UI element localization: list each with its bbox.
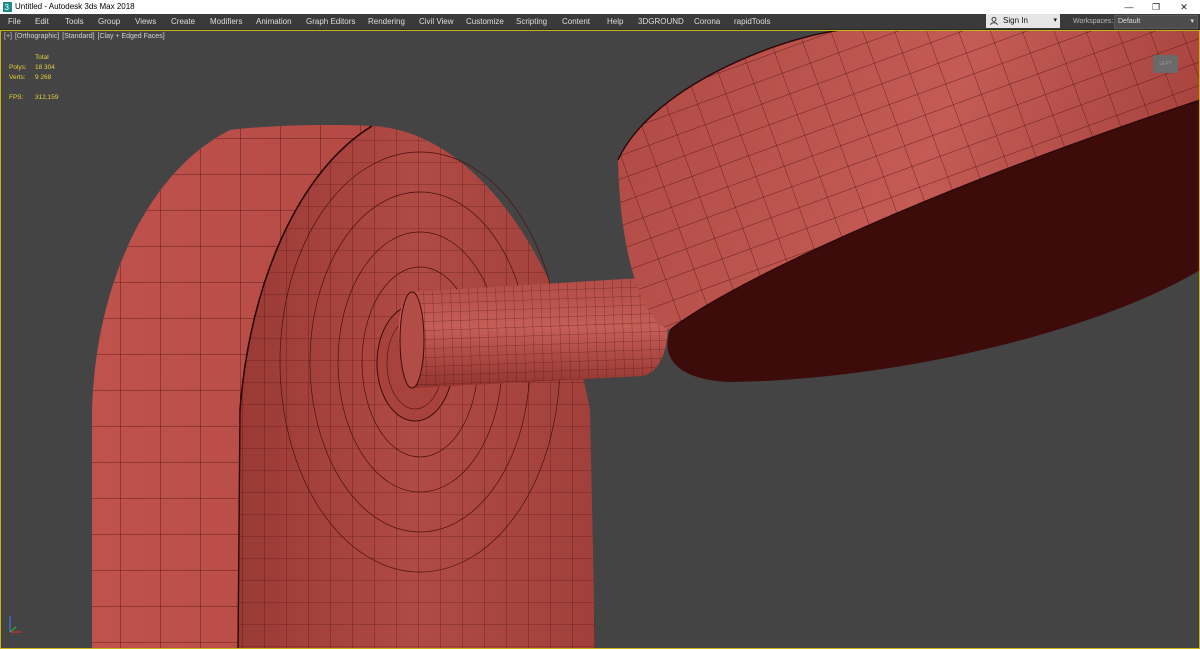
perspective-viewport[interactable]: [+] [Orthographic] [Standard] [Clay + Ed… [0, 30, 1200, 649]
sign-in-label: Sign In [1003, 16, 1028, 25]
menu-rapidtools[interactable]: rapidTools [734, 14, 770, 29]
polys-label: Polys: [9, 64, 27, 71]
verts-value: 9 268 [35, 74, 52, 81]
menu-scripting[interactable]: Scripting [516, 14, 547, 29]
stats-header: Total [35, 54, 49, 61]
sign-in-dropdown[interactable]: Sign In ▾ [986, 14, 1060, 28]
menu-file[interactable]: File [8, 14, 21, 29]
viewport-standard-menu[interactable]: [Standard] [62, 33, 94, 40]
menu-tools[interactable]: Tools [65, 14, 84, 29]
viewport-plus-menu[interactable]: [+] [4, 33, 12, 40]
menu-edit[interactable]: Edit [35, 14, 49, 29]
svg-text:3: 3 [5, 3, 10, 12]
menu-content[interactable]: Content [562, 14, 590, 29]
minimize-button[interactable]: — [1116, 0, 1142, 14]
workspace-select[interactable]: Default ▾ [1114, 15, 1198, 29]
menu-group[interactable]: Group [98, 14, 120, 29]
menu-create[interactable]: Create [171, 14, 195, 29]
axis-tripod-icon [9, 616, 22, 633]
3dsmax-app-icon: 3 [3, 2, 12, 12]
workspace-value: Default [1118, 18, 1141, 25]
menu-help[interactable]: Help [607, 14, 623, 29]
menu-graph-editors[interactable]: Graph Editors [306, 14, 355, 29]
close-button[interactable]: ✕ [1171, 0, 1197, 14]
verts-label: Verts: [9, 74, 26, 81]
scene-render [92, 30, 1200, 649]
menu-customize[interactable]: Customize [466, 14, 504, 29]
user-icon [990, 17, 998, 25]
chevron-down-icon: ▾ [1053, 17, 1057, 24]
title-bar: 3 Untitled - Autodesk 3ds Max 2018 — ❐ ✕ [0, 0, 1200, 14]
menu-modifiers[interactable]: Modifiers [210, 14, 242, 29]
viewport-shading-menu[interactable]: [Clay + Edged Faces] [98, 33, 165, 40]
viewcube-face-label: LEFT [1159, 61, 1172, 67]
menu-views[interactable]: Views [135, 14, 156, 29]
menu-corona[interactable]: Corona [694, 14, 720, 29]
viewport-label-menu[interactable]: [+] [Orthographic] [Standard] [Clay + Ed… [4, 33, 166, 40]
workspaces-label: Workspaces: [1073, 18, 1114, 25]
menu-animation[interactable]: Animation [256, 14, 292, 29]
fps-value: 312,159 [35, 94, 59, 101]
fps-label: FPS: [9, 94, 24, 101]
window-title: Untitled - Autodesk 3ds Max 2018 [15, 2, 135, 11]
viewport-pov-menu[interactable]: [Orthographic] [15, 33, 59, 40]
viewcube[interactable]: LEFT [1153, 55, 1178, 73]
menu-civil-view[interactable]: Civil View [419, 14, 454, 29]
chevron-down-icon: ▾ [1190, 18, 1194, 25]
menu-rendering[interactable]: Rendering [368, 14, 405, 29]
polys-value: 18 304 [35, 64, 55, 71]
menu-3dground[interactable]: 3DGROUND [638, 14, 684, 29]
restore-button[interactable]: ❐ [1143, 0, 1169, 14]
